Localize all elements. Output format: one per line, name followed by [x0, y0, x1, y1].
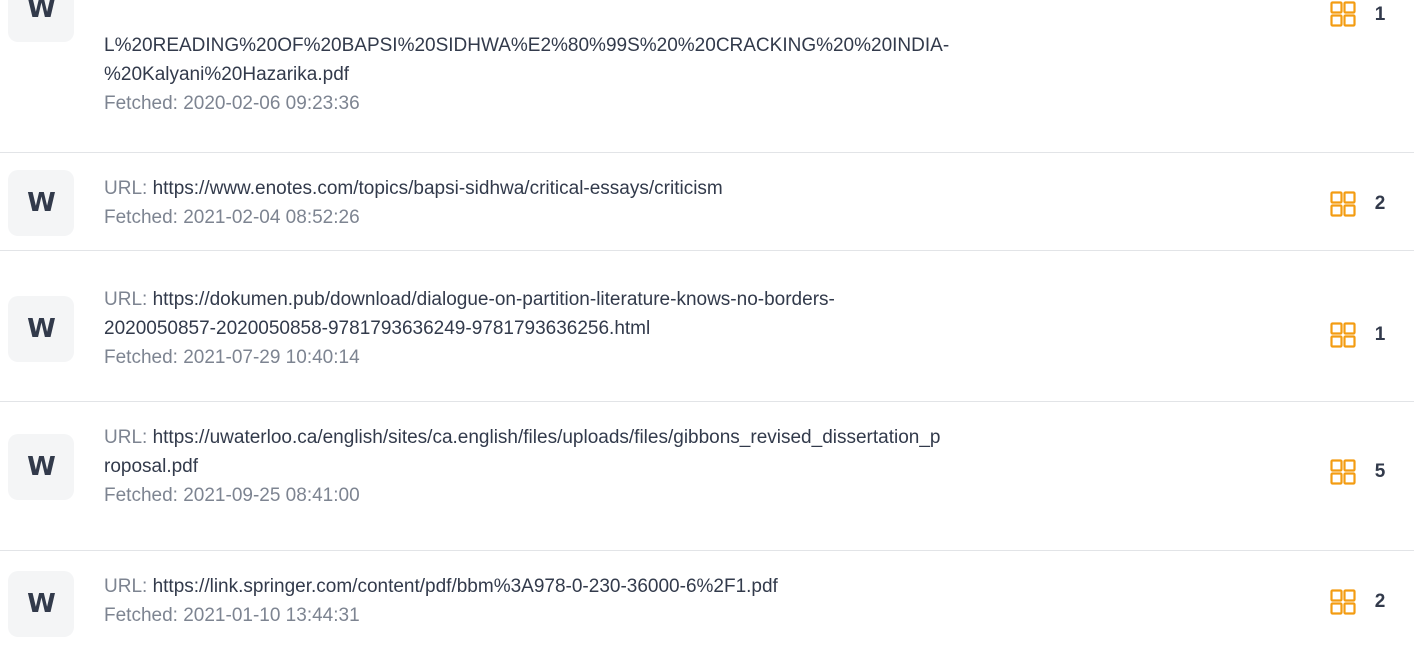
url-line: URL: https://uwaterloo.ca/english/sites/…: [104, 423, 1304, 452]
fetched-date: 2021-01-10 13:44:31: [183, 605, 360, 626]
source-w-icon: W: [8, 571, 74, 637]
fetched-label: Fetched:: [104, 485, 178, 506]
source-item[interactable]: W URL: https://link.springer.com/content…: [0, 552, 1414, 655]
source-w-icon: W: [8, 170, 74, 236]
source-info: URL: https://www.enotes.com/topics/bapsi…: [104, 174, 1304, 232]
grid-squares-icon[interactable]: [1330, 191, 1356, 217]
source-info: URL: https://dokumen.pub/download/dialog…: [104, 285, 1304, 372]
fetched-line: Fetched: 2020-02-06 09:23:36: [104, 89, 1304, 118]
fetched-label: Fetched:: [104, 605, 178, 626]
url-label: URL:: [104, 427, 148, 448]
source-w-icon: W: [8, 296, 74, 362]
source-item[interactable]: W L%20READING%20OF%20BAPSI%20SIDHWA%E2%8…: [0, 0, 1414, 153]
fetched-label: Fetched:: [104, 93, 178, 114]
match-count: 1: [1374, 4, 1386, 25]
source-url[interactable]: 2020050857-2020050858-9781793636249-9781…: [104, 314, 1304, 343]
fetched-line: Fetched: 2021-01-10 13:44:31: [104, 601, 1304, 630]
grid-squares-icon[interactable]: [1330, 459, 1356, 485]
source-info: L%20READING%20OF%20BAPSI%20SIDHWA%E2%80%…: [104, 31, 1304, 118]
fetched-date: 2021-02-04 08:52:26: [183, 207, 360, 228]
source-url[interactable]: https://dokumen.pub/download/dialogue-on…: [153, 289, 835, 310]
match-count: 1: [1374, 324, 1386, 345]
grid-squares-icon[interactable]: [1330, 322, 1356, 348]
fetched-date: 2021-09-25 08:41:00: [183, 485, 360, 506]
fetched-date: 2021-07-29 10:40:14: [183, 347, 360, 368]
source-w-icon: W: [8, 434, 74, 500]
match-count: 2: [1374, 591, 1386, 612]
sources-list: W L%20READING%20OF%20BAPSI%20SIDHWA%E2%8…: [0, 0, 1414, 655]
url-line: URL: https://dokumen.pub/download/dialog…: [104, 285, 1304, 314]
source-url[interactable]: L%20READING%20OF%20BAPSI%20SIDHWA%E2%80%…: [104, 31, 1304, 60]
source-url[interactable]: https://link.springer.com/content/pdf/bb…: [153, 576, 778, 597]
match-count: 2: [1374, 193, 1386, 214]
source-url[interactable]: https://uwaterloo.ca/english/sites/ca.en…: [153, 427, 941, 448]
source-url[interactable]: roposal.pdf: [104, 452, 1304, 481]
source-item[interactable]: W URL: https://www.enotes.com/topics/bap…: [0, 154, 1414, 251]
url-label: URL:: [104, 178, 148, 199]
fetched-label: Fetched:: [104, 207, 178, 228]
fetched-line: Fetched: 2021-09-25 08:41:00: [104, 481, 1304, 510]
source-item[interactable]: W URL: https://uwaterloo.ca/english/site…: [0, 403, 1414, 551]
url-line: URL: https://link.springer.com/content/p…: [104, 572, 1304, 601]
url-label: URL:: [104, 289, 148, 310]
source-w-icon: W: [8, 0, 74, 42]
grid-squares-icon[interactable]: [1330, 589, 1356, 615]
fetched-line: Fetched: 2021-07-29 10:40:14: [104, 343, 1304, 372]
match-count: 5: [1374, 461, 1386, 482]
source-info: URL: https://uwaterloo.ca/english/sites/…: [104, 423, 1304, 510]
fetched-label: Fetched:: [104, 347, 178, 368]
source-item[interactable]: W URL: https://dokumen.pub/download/dial…: [0, 252, 1414, 402]
url-line: URL: https://www.enotes.com/topics/bapsi…: [104, 174, 1304, 203]
source-url[interactable]: %20Kalyani%20Hazarika.pdf: [104, 60, 1304, 89]
url-label: URL:: [104, 576, 148, 597]
fetched-date: 2020-02-06 09:23:36: [183, 93, 360, 114]
grid-squares-icon[interactable]: [1330, 1, 1356, 27]
source-info: URL: https://link.springer.com/content/p…: [104, 572, 1304, 630]
fetched-line: Fetched: 2021-02-04 08:52:26: [104, 203, 1304, 232]
source-url[interactable]: https://www.enotes.com/topics/bapsi-sidh…: [153, 178, 723, 199]
